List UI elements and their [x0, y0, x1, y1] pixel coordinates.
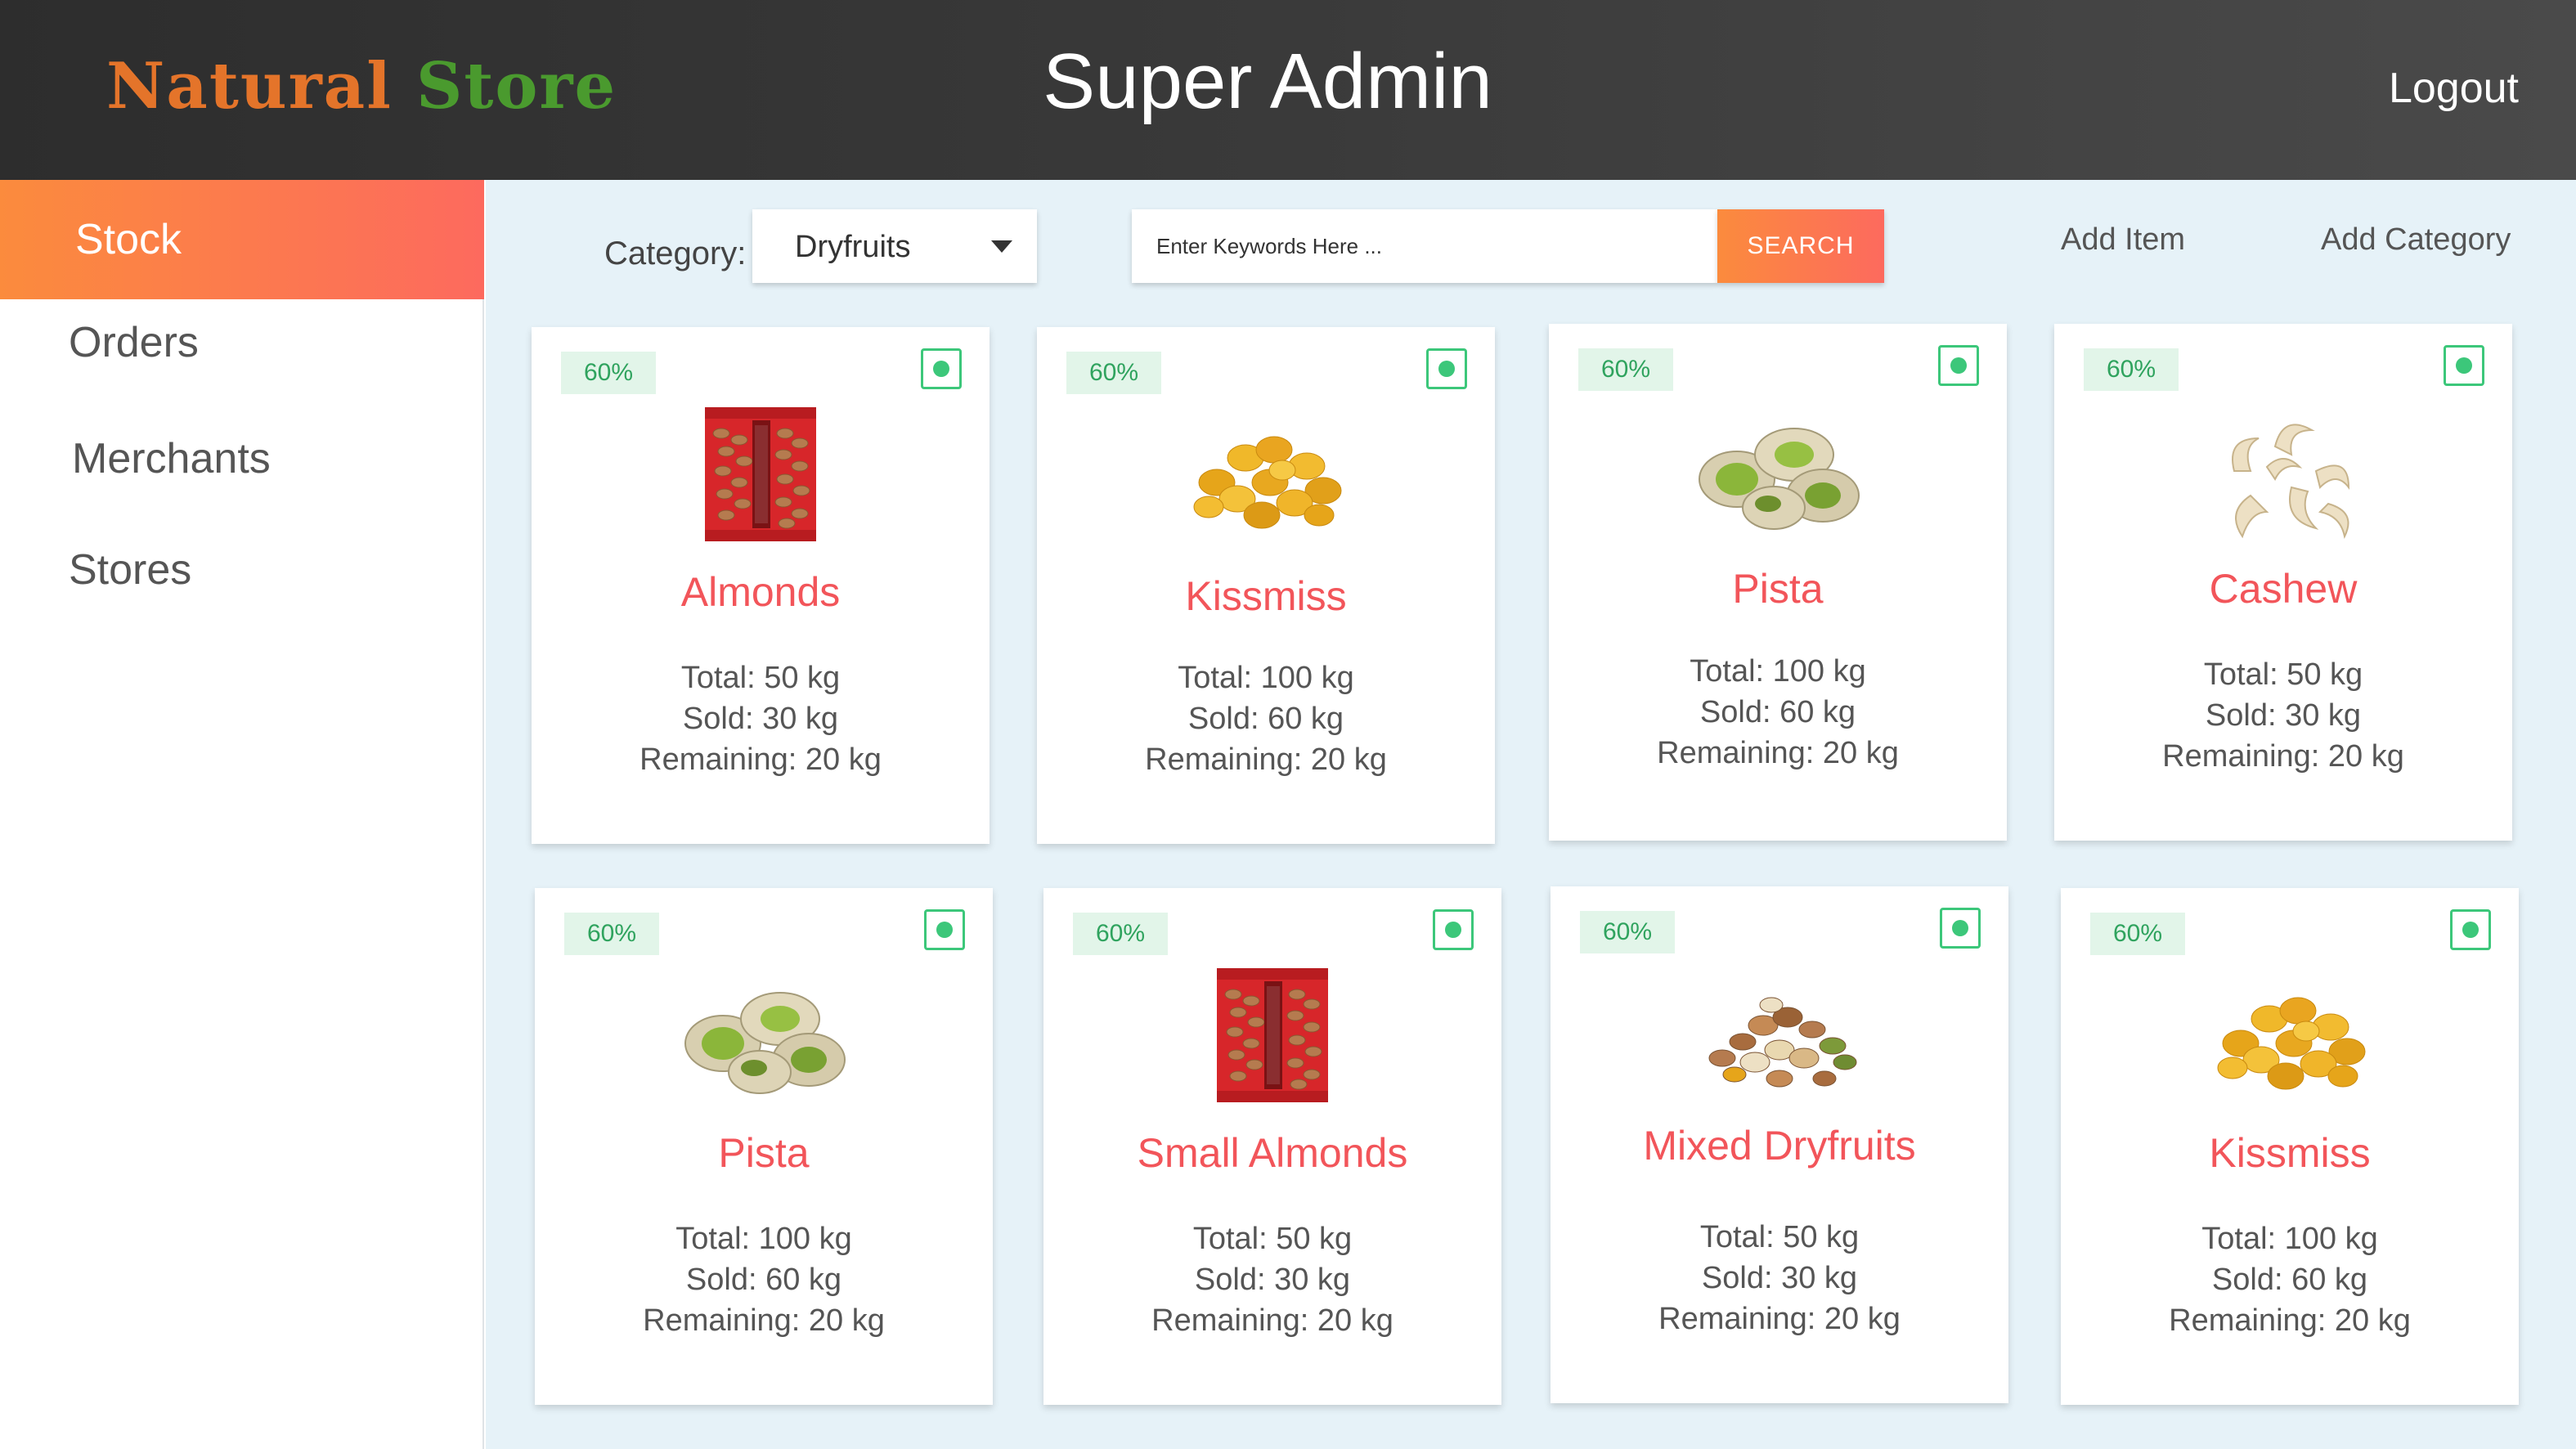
sidebar-item-orders[interactable]: Orders	[0, 283, 484, 402]
top-header: Natural Store Super Admin Logout	[0, 0, 2576, 180]
discount-badge: 60%	[564, 913, 659, 955]
sold-text: Sold: 30 kg	[1194, 1263, 1351, 1297]
total-text: Total: 100 kg	[1178, 661, 1354, 695]
product-name: Almonds	[680, 569, 841, 615]
sidebar-item-stock[interactable]: Stock	[0, 180, 484, 299]
logout-link[interactable]: Logout	[2389, 64, 2519, 113]
product-card[interactable]: 60% Pista Total: 100 kg Sold: 60 kg Rema…	[535, 888, 993, 1405]
status-checkbox[interactable]	[1433, 909, 1474, 950]
remaining-text: Remaining: 20 kg	[1657, 736, 1899, 770]
product-stats: Total: 100 kg Sold: 60 kg Remaining: 20 …	[2061, 1218, 2519, 1341]
sold-text: Sold: 60 kg	[1699, 695, 1856, 729]
add-category-link[interactable]: Add Category	[2321, 222, 2511, 258]
product-name: Pista	[718, 1130, 810, 1176]
product-stats: Total: 100 kg Sold: 60 kg Remaining: 20 …	[535, 1218, 993, 1341]
remaining-text: Remaining: 20 kg	[2162, 739, 2404, 774]
discount-badge: 60%	[1073, 913, 1168, 955]
discount-badge: 60%	[561, 352, 656, 394]
sold-text: Sold: 60 kg	[2211, 1263, 2368, 1297]
sold-text: Sold: 60 kg	[1187, 702, 1344, 736]
status-checkbox[interactable]	[1940, 908, 1981, 949]
main-content: Category: Dryfruits SEARCH Add Item Add …	[486, 180, 2576, 1449]
category-select-value: Dryfruits	[795, 230, 911, 264]
total-text: Total: 50 kg	[1699, 1220, 1860, 1254]
remaining-text: Remaining: 20 kg	[2169, 1303, 2411, 1338]
sidebar-item-merchants[interactable]: Merchants	[0, 399, 484, 518]
sold-text: Sold: 60 kg	[685, 1263, 842, 1297]
status-checkbox[interactable]	[924, 909, 965, 950]
product-card[interactable]: 60% Mixed Dryfruits Total: 50 kg Sold: 3…	[1551, 886, 2008, 1403]
pistachios-image	[1672, 397, 1884, 545]
product-stats: Total: 100 kg Sold: 60 kg Remaining: 20 …	[1549, 651, 2007, 774]
product-card[interactable]: 60% Almonds Total: 50 kg Sold: 30 kg Rem…	[532, 327, 990, 844]
almonds-bag-image	[1166, 962, 1379, 1109]
product-card[interactable]: 60% Pista Total: 100 kg Sold: 60 kg Rema…	[1549, 324, 2007, 841]
cashews-image	[2177, 397, 2390, 545]
status-checkbox[interactable]	[921, 348, 962, 389]
product-name: Mixed Dryfruits	[1643, 1123, 1916, 1169]
product-name: Cashew	[2209, 566, 2358, 612]
product-card[interactable]: 60% Kissmiss Total: 100 kg Sold: 60 kg R…	[2061, 888, 2519, 1405]
status-checkbox[interactable]	[2450, 909, 2491, 950]
total-text: Total: 50 kg	[680, 661, 841, 695]
sold-text: Sold: 30 kg	[682, 702, 839, 736]
remaining-text: Remaining: 20 kg	[1151, 1303, 1393, 1338]
status-checkbox[interactable]	[2444, 345, 2484, 386]
chevron-down-icon	[991, 240, 1012, 253]
almonds-bag-image	[654, 401, 867, 548]
search-input[interactable]	[1132, 209, 1717, 283]
status-checkbox[interactable]	[1426, 348, 1467, 389]
product-stats: Total: 50 kg Sold: 30 kg Remaining: 20 k…	[532, 657, 990, 780]
pistachios-image	[657, 962, 870, 1109]
discount-badge: 60%	[1580, 911, 1675, 953]
product-stats: Total: 50 kg Sold: 30 kg Remaining: 20 k…	[1551, 1217, 2008, 1339]
remaining-text: Remaining: 20 kg	[1658, 1302, 1901, 1336]
total-text: Total: 50 kg	[2203, 657, 2363, 692]
sidebar-item-stores[interactable]: Stores	[0, 510, 484, 630]
sidebar: Stock Orders Merchants Stores	[0, 180, 484, 1449]
total-text: Total: 100 kg	[675, 1222, 852, 1256]
sold-text: Sold: 30 kg	[2205, 698, 2362, 733]
raisins-image	[1160, 401, 1372, 548]
total-text: Total: 50 kg	[1192, 1222, 1353, 1256]
product-stats: Total: 100 kg Sold: 60 kg Remaining: 20 …	[1037, 657, 1495, 780]
total-text: Total: 100 kg	[2201, 1222, 2378, 1256]
product-card[interactable]: 60% Small Almonds Total: 50 kg Sold: 30 …	[1043, 888, 1501, 1405]
status-checkbox[interactable]	[1938, 345, 1979, 386]
category-select[interactable]: Dryfruits	[752, 209, 1037, 283]
mixed-nuts-image	[1673, 960, 1886, 1107]
product-name: Pista	[1732, 566, 1824, 612]
product-name: Kissmiss	[2209, 1130, 2371, 1176]
page-title: Super Admin	[1043, 38, 1492, 125]
discount-badge: 60%	[2090, 913, 2185, 955]
discount-badge: 60%	[1066, 352, 1161, 394]
total-text: Total: 100 kg	[1690, 654, 1866, 689]
product-card[interactable]: 60% Kissmiss Total: 100 kg Sold: 60 kg R…	[1037, 327, 1495, 844]
remaining-text: Remaining: 20 kg	[1145, 742, 1387, 777]
product-stats: Total: 50 kg Sold: 30 kg Remaining: 20 k…	[1043, 1218, 1501, 1341]
search-button[interactable]: SEARCH	[1717, 209, 1884, 283]
add-item-link[interactable]: Add Item	[2061, 222, 2185, 258]
discount-badge: 60%	[2084, 348, 2179, 391]
product-card[interactable]: 60% Cashew Total: 50 kg Sold: 30 kg Rema…	[2054, 324, 2512, 841]
product-name: Small Almonds	[1137, 1130, 1408, 1176]
discount-badge: 60%	[1578, 348, 1673, 391]
product-stats: Total: 50 kg Sold: 30 kg Remaining: 20 k…	[2054, 654, 2512, 777]
product-name: Kissmiss	[1185, 573, 1347, 619]
sold-text: Sold: 30 kg	[1701, 1261, 1858, 1295]
remaining-text: Remaining: 20 kg	[643, 1303, 885, 1338]
remaining-text: Remaining: 20 kg	[640, 742, 882, 777]
raisins-image	[2183, 962, 2396, 1109]
category-label: Category:	[604, 236, 747, 271]
